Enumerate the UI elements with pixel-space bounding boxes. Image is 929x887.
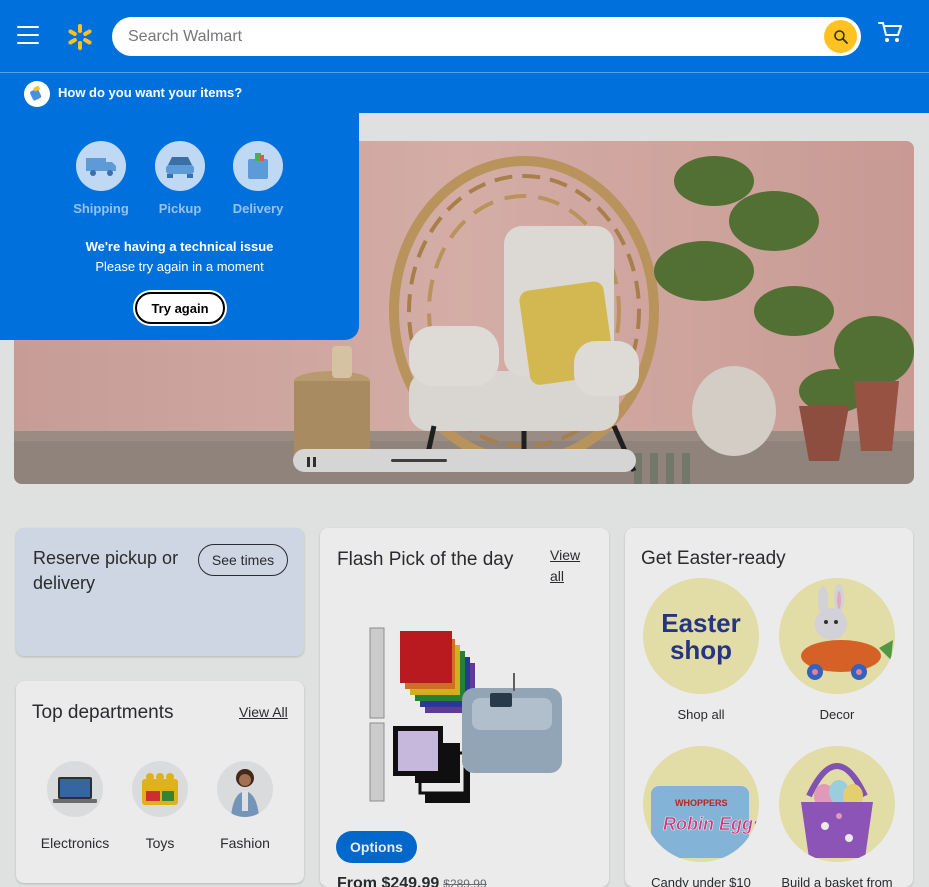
fulfillment-question: How do you want your items?	[58, 85, 243, 100]
lego-image	[132, 761, 188, 817]
truck-icon	[76, 141, 126, 191]
carousel-controls	[293, 449, 636, 472]
flash-pick-title: Flash Pick of the day	[337, 549, 514, 570]
top-departments-card: Top departments View All Electronics Toy…	[16, 681, 304, 883]
delivery-label: Delivery	[232, 201, 284, 216]
flash-pick-card: Flash Pick of the day View all Options F…	[320, 528, 609, 887]
department-electronics[interactable]: Electronics	[35, 761, 115, 851]
easter-card: Get Easter-ready Easter shop Shop all De…	[625, 528, 913, 887]
easter-tile-shop-all[interactable]: Easter shop Shop all	[641, 578, 761, 722]
easter-shop-line-2: shop	[669, 635, 733, 665]
error-message: Please try again in a moment	[95, 259, 264, 274]
easter-tile-candy[interactable]: WHOPPERS Robin Eggs Candy under $10	[641, 746, 761, 887]
candy-brand: WHOPPERS	[675, 798, 728, 808]
fulfillment-icon	[24, 81, 50, 107]
menu-icon[interactable]	[17, 26, 39, 44]
reserve-card: Reserve pickup or delivery See times	[16, 528, 304, 656]
easter-shop-line-1: Easter	[661, 608, 741, 638]
search-bar	[112, 17, 861, 56]
laptop-image	[47, 761, 103, 817]
easter-tile-label: Shop all	[677, 707, 725, 722]
easter-tile-label: Candy under $10	[651, 875, 751, 887]
robin-eggs-image: WHOPPERS Robin Eggs	[643, 746, 759, 862]
pickup-label: Pickup	[158, 201, 202, 216]
cart-icon[interactable]	[877, 20, 903, 44]
error-title: We're having a technical issue	[85, 239, 274, 254]
flash-pick-view-all-link[interactable]: View all	[550, 545, 586, 587]
easter-title: Get Easter-ready	[641, 548, 786, 569]
top-departments-title: Top departments	[32, 702, 174, 723]
easter-tile-decor[interactable]: Decor	[777, 578, 897, 722]
department-label: Toys	[145, 835, 175, 851]
bunny-car-image	[779, 578, 895, 694]
pickup-option[interactable]: Pickup	[145, 141, 215, 216]
shipping-label: Shipping	[73, 201, 129, 216]
delivery-option[interactable]: Delivery	[223, 141, 293, 216]
bag-icon	[233, 141, 283, 191]
search-icon	[833, 29, 848, 44]
fulfillment-bar[interactable]: How do you want your items?	[0, 73, 929, 113]
search-button[interactable]	[824, 20, 857, 53]
product-image[interactable]	[365, 623, 570, 803]
reserve-title: Reserve pickup or delivery	[33, 548, 179, 593]
easter-basket-image	[779, 746, 895, 862]
carousel-progress	[391, 459, 447, 462]
options-button[interactable]: Options	[336, 831, 417, 863]
see-times-button[interactable]: See times	[198, 544, 288, 576]
department-label: Fashion	[220, 835, 270, 851]
easter-shop-image: Easter shop	[643, 578, 759, 694]
walmart-spark-logo[interactable]	[66, 23, 94, 51]
was-price: $289.99	[443, 877, 487, 887]
easter-tile-label: Build a basket from	[781, 875, 893, 887]
car-icon	[155, 141, 205, 191]
fashion-model-image	[217, 761, 273, 817]
header	[0, 0, 929, 73]
easter-tile-label: Decor	[819, 707, 855, 722]
department-toys[interactable]: Toys	[120, 761, 200, 851]
top-departments-view-all-link[interactable]: View All	[239, 704, 288, 720]
search-input[interactable]	[128, 17, 818, 56]
pause-icon[interactable]	[307, 454, 321, 467]
current-price: From $249.99	[337, 875, 440, 887]
try-again-button[interactable]: Try again	[135, 292, 225, 324]
department-label: Electronics	[40, 835, 110, 851]
shipping-option[interactable]: Shipping	[66, 141, 136, 216]
easter-tile-basket[interactable]: Build a basket from	[777, 746, 897, 887]
candy-name: Robin Eggs	[663, 814, 759, 834]
price: From $249.99 $289.99	[337, 875, 487, 887]
department-fashion[interactable]: Fashion	[205, 761, 285, 851]
fulfillment-popover: Shipping Pickup Delivery We're having a …	[0, 113, 359, 340]
